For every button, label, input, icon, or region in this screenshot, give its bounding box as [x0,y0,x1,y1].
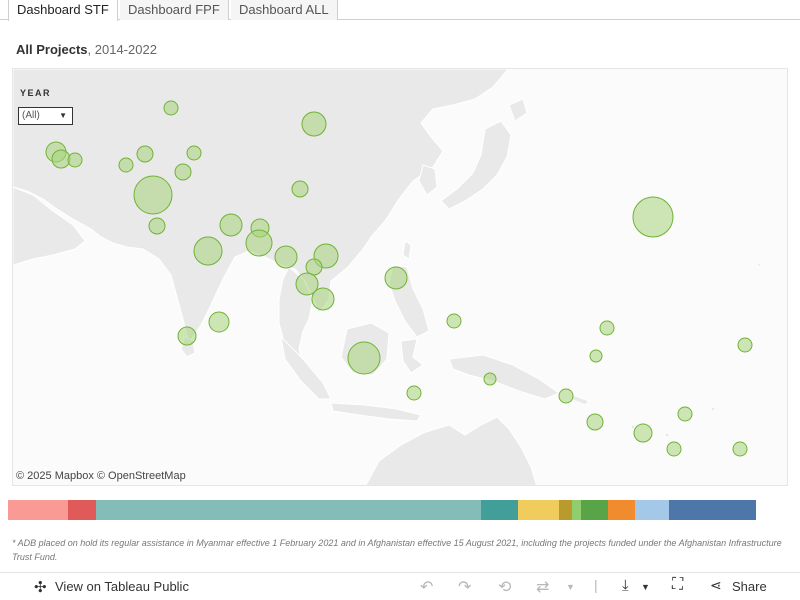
projects-map[interactable] [12,68,788,486]
project-bubble[interactable] [558,388,574,404]
landmass-java [330,402,422,422]
project-bubble[interactable] [446,313,462,329]
toolbar-divider: | [594,577,598,593]
project-bubble[interactable] [483,372,497,386]
footnote: * ADB placed on hold its regular assista… [12,538,782,562]
landmass-hokkaido [508,98,528,122]
landmass-islet [630,424,636,430]
project-bubble[interactable] [136,145,154,163]
tableau-logo-icon[interactable]: ✣ [34,578,47,596]
project-bubble[interactable] [347,341,381,375]
project-bubble[interactable] [666,441,682,457]
tableau-toolbar: ✣ View on Tableau Public ↶ ↷ ⟲ ⇄ ▼ | ⤓ ▼… [0,572,800,600]
project-bubble[interactable] [599,320,615,336]
year-filter-label: YEAR [20,88,52,98]
tab-dashboard-fpf[interactable]: Dashboard FPF [120,0,229,20]
color-strip-segment[interactable] [8,500,68,520]
download-icon[interactable]: ⤓ [622,577,629,594]
year-filter-dropdown[interactable]: (All) ▼ [18,107,73,125]
caret-down-icon: ▼ [59,111,67,120]
share-button[interactable]: Share [732,579,767,594]
landmass-new-guinea [448,354,561,400]
landmass-sumatra [280,335,332,400]
project-bubble[interactable] [186,145,202,161]
title-main: All Projects [16,42,88,57]
project-bubble[interactable] [677,406,693,422]
project-bubble[interactable] [274,245,298,269]
color-strip-segment[interactable] [559,500,572,520]
project-bubble[interactable] [291,180,309,198]
landmass-islet [710,406,716,412]
project-bubble[interactable] [67,152,83,168]
landmass-eurasia [13,69,509,345]
color-strip-segment[interactable] [518,500,559,520]
year-filter-value: (All) [22,110,40,121]
color-strip-segment[interactable] [68,500,96,520]
project-bubble[interactable] [633,423,653,443]
project-bubble[interactable] [118,157,134,173]
project-bubble[interactable] [148,217,166,235]
project-bubble[interactable] [632,196,674,238]
refresh-caret-icon[interactable]: ▼ [566,582,575,592]
color-strip-segment[interactable] [481,500,518,520]
dashboard-title: All Projects, 2014-2022 [16,42,157,57]
project-bubble[interactable] [384,266,408,290]
landmass-korea [418,164,438,196]
landmass-sulawesi [400,338,424,374]
project-bubble[interactable] [133,175,173,215]
undo-icon[interactable]: ↶ [420,577,433,597]
color-strip-segment[interactable] [608,500,635,520]
tab-dashboard-all[interactable]: Dashboard ALL [231,0,338,20]
landmass-islet [664,432,670,438]
landmass-solomons [570,394,590,406]
project-bubble[interactable] [208,311,230,333]
revert-icon[interactable]: ⟲ [498,577,511,597]
landmass-japan [440,120,512,210]
color-strip-segment[interactable] [581,500,608,520]
dashboard-tab-bar: Dashboard STF Dashboard FPF Dashboard AL… [0,0,800,21]
project-bubble[interactable] [51,149,71,169]
map-canvas [13,69,761,485]
project-bubble[interactable] [589,349,603,363]
redo-icon[interactable]: ↷ [458,577,471,597]
tab-dashboard-stf[interactable]: Dashboard STF [8,0,118,21]
project-bubble[interactable] [311,287,335,311]
project-bubble[interactable] [732,441,748,457]
color-strip-segment[interactable] [669,500,756,520]
project-bubble[interactable] [406,385,422,401]
share-icon[interactable]: ⋖ [710,577,722,594]
landmass-taiwan [402,240,412,260]
project-bubble[interactable] [219,213,243,237]
project-bubble[interactable] [245,229,273,257]
project-bubble[interactable] [174,163,192,181]
color-strip-segment[interactable] [572,500,581,520]
landmass-australia [365,416,537,485]
project-bubble[interactable] [177,326,197,346]
title-years: , 2014-2022 [87,42,157,57]
view-on-tableau-link[interactable]: View on Tableau Public [55,579,189,594]
landmass-islet [757,263,761,267]
color-strip-segment[interactable] [635,500,669,520]
map-attribution[interactable]: © 2025 Mapbox © OpenStreetMap [16,470,186,482]
project-bubble[interactable] [301,111,327,137]
project-bubble[interactable] [737,337,753,353]
fullscreen-icon[interactable]: ⛶ [672,576,683,594]
download-caret-icon[interactable]: ▼ [641,582,650,592]
color-strip-segment[interactable] [96,500,481,520]
project-bubble[interactable] [586,413,604,431]
project-bubble[interactable] [163,100,179,116]
project-bubble[interactable] [193,236,223,266]
refresh-icon[interactable]: ⇄ [536,577,549,597]
